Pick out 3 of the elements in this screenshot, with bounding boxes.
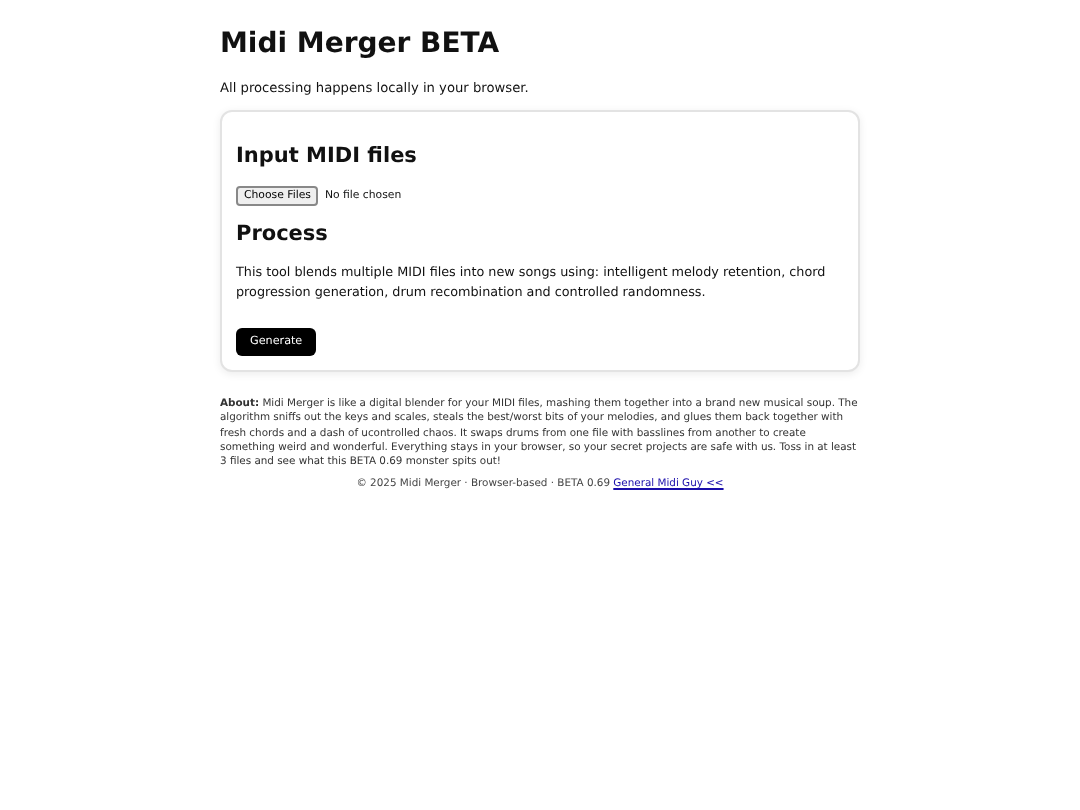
section-heading: Input MIDI files <box>236 144 417 168</box>
page-title: Midi Merger BETA <box>220 28 502 60</box>
section-heading: Process <box>236 222 328 246</box>
